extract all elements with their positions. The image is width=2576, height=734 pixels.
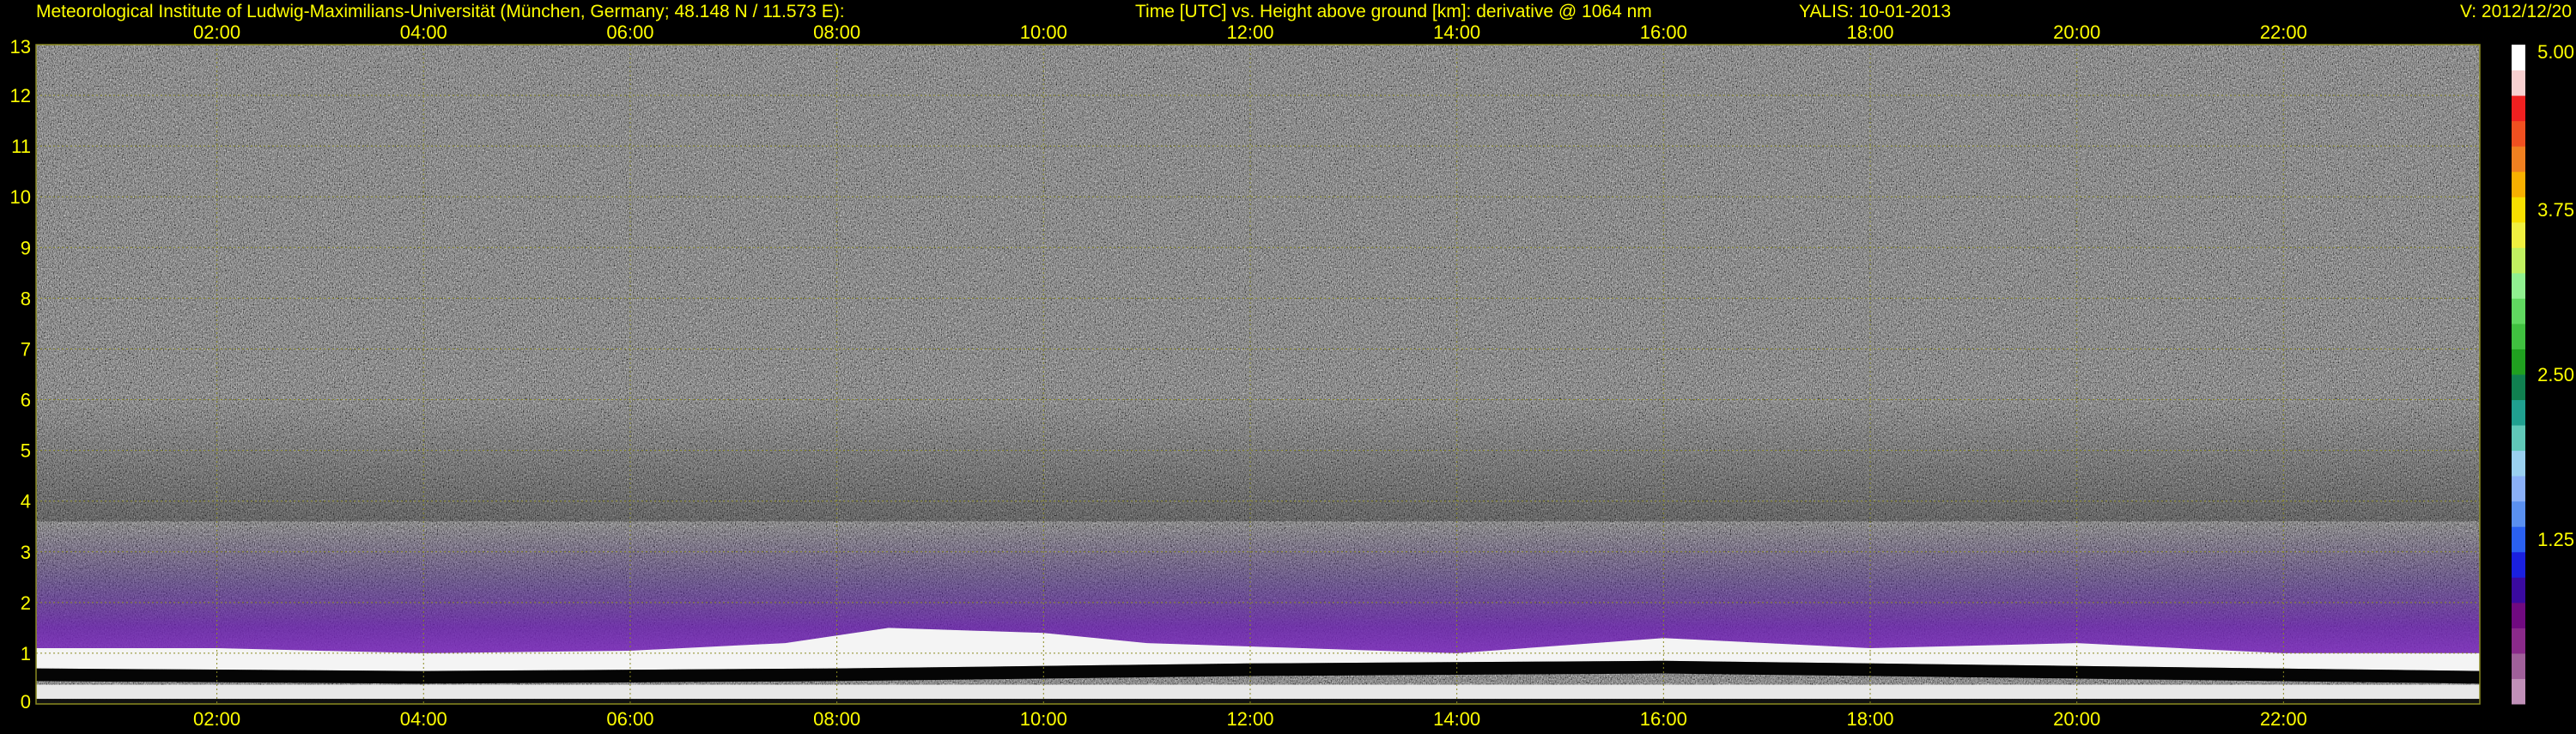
- x-tick-label-bottom: 08:00: [813, 708, 860, 730]
- colorbar-swatch: [2512, 197, 2525, 223]
- x-tick-label-bottom: 22:00: [2260, 708, 2307, 730]
- colorbar-tick-label: 2.50: [2537, 364, 2574, 385]
- x-tick-label-top: 08:00: [813, 21, 860, 43]
- x-tick-label-top: 18:00: [1846, 21, 1893, 43]
- plot-area: [36, 45, 2480, 704]
- lidar-chart: 02:00 02:00 04:00 04:00 06:00 06:00 08:00 08:00…: [10, 2, 2574, 730]
- aerosol-layer: [36, 521, 2480, 653]
- y-tick-label: 10: [10, 186, 31, 208]
- x-tick-label-top: 04:00: [400, 21, 447, 43]
- colorbar-swatch: [2512, 272, 2525, 299]
- y-tick-label: 8: [21, 288, 31, 309]
- y-tick-label: 13: [10, 36, 31, 58]
- y-tick-label: 6: [21, 390, 31, 411]
- colorbar-swatch: [2512, 628, 2525, 654]
- lidar-plot: 02:00 02:00 04:00 04:00 06:00 06:00 08:00 08:00…: [0, 0, 2576, 730]
- y-tick-label: 2: [21, 592, 31, 614]
- y-tick-label: 7: [21, 338, 31, 360]
- y-tick-label: 0: [21, 691, 31, 713]
- colorbar-swatch: [2512, 450, 2525, 476]
- colorbar-swatch: [2512, 526, 2525, 553]
- colorbar-swatch: [2512, 678, 2525, 705]
- colorbar-swatch: [2512, 247, 2525, 274]
- colorbar-swatch: [2512, 120, 2525, 147]
- x-tick-label-top: 22:00: [2260, 21, 2307, 43]
- colorbar-swatch: [2512, 349, 2525, 375]
- colorbar-tick-label: 1.25: [2537, 529, 2574, 550]
- colorbar-tick-label: 3.75: [2537, 199, 2574, 221]
- colorbar-swatch: [2512, 399, 2525, 426]
- version-label: V: 2012/12/20: [2460, 2, 2572, 21]
- x-tick-label-top: 20:00: [2053, 21, 2100, 43]
- y-tick-label: 1: [21, 643, 31, 664]
- colorbar-tick-label: 5.00: [2537, 41, 2574, 63]
- colorbar-swatch: [2512, 577, 2525, 604]
- upper-shading: [36, 399, 2480, 522]
- institute-label: Meteorological Institute of Ludwig-Maxim…: [36, 2, 845, 21]
- colorbar-swatch: [2512, 146, 2525, 173]
- y-tick-label: 3: [21, 542, 31, 563]
- colorbar-swatch: [2512, 551, 2525, 578]
- x-tick-label-bottom: 14:00: [1433, 708, 1480, 730]
- ground-band: [36, 699, 2480, 704]
- colorbar-swatch: [2512, 374, 2525, 401]
- near-surface-signal: [36, 684, 2480, 700]
- colorbar-swatch: [2512, 500, 2525, 527]
- x-tick-label-bottom: 02:00: [193, 708, 240, 730]
- colorbar-swatch: [2512, 70, 2525, 96]
- x-tick-label-bottom: 12:00: [1226, 708, 1273, 730]
- x-tick-label-top: 14:00: [1433, 21, 1480, 43]
- y-tick-label: 12: [10, 85, 31, 106]
- axes-description: Time [UTC] vs. Height above ground [km]:…: [1135, 2, 1652, 21]
- colorbar-swatch: [2512, 95, 2525, 122]
- x-tick-label-bottom: 04:00: [400, 708, 447, 730]
- y-tick-label: 5: [21, 440, 31, 462]
- x-tick-label-top: 02:00: [193, 21, 240, 43]
- colorbar-swatch: [2512, 171, 2525, 197]
- x-tick-label-top: 10:00: [1020, 21, 1067, 43]
- x-tick-label-bottom: 10:00: [1020, 708, 1067, 730]
- instrument-date: YALIS: 10-01-2013: [1799, 2, 1951, 21]
- x-tick-label-top: 16:00: [1640, 21, 1687, 43]
- colorbar-swatch: [2512, 221, 2525, 248]
- colorbar-swatch: [2512, 602, 2525, 628]
- colorbar-swatch: [2512, 323, 2525, 349]
- colorbar-swatch: [2512, 425, 2525, 452]
- colorbar-swatch: [2512, 652, 2525, 679]
- y-tick-label: 9: [21, 237, 31, 258]
- colorbar-swatch: [2512, 298, 2525, 325]
- x-tick-label-bottom: 06:00: [606, 708, 653, 730]
- x-tick-label-top: 06:00: [606, 21, 653, 43]
- x-tick-label-bottom: 16:00: [1640, 708, 1687, 730]
- y-tick-label: 11: [11, 136, 31, 157]
- y-tick-label: 4: [21, 491, 31, 513]
- x-tick-label-bottom: 20:00: [2053, 708, 2100, 730]
- x-tick-label-top: 12:00: [1226, 21, 1273, 43]
- colorbar-swatch: [2512, 476, 2525, 502]
- colorbar: 5.00 3.75 2.50 1.25: [2512, 41, 2574, 705]
- colorbar-swatch: [2512, 45, 2525, 71]
- x-tick-label-bottom: 18:00: [1846, 708, 1893, 730]
